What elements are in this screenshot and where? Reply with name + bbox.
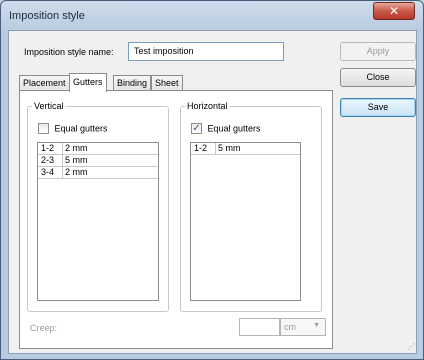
column-divider [62, 167, 63, 179]
vertical-equal-gutters-label[interactable]: Equal gutters [55, 124, 108, 134]
list-item[interactable]: 1-2 2 mm [38, 143, 158, 155]
style-name-label: Imposition style name: [24, 47, 114, 57]
gutter-value[interactable]: 5 mm [218, 143, 241, 154]
title-bar[interactable]: Imposition style ✕ [1, 1, 423, 29]
window-close-button[interactable]: ✕ [373, 2, 415, 20]
list-item[interactable]: 1-2 5 mm [191, 143, 300, 155]
gutter-pair: 1-2 [41, 143, 55, 153]
vertical-group: Vertical Equal gutters 1-2 2 mm 2-3 5 mm [27, 101, 169, 312]
vertical-equal-gutters-row[interactable]: Equal gutters [38, 123, 108, 135]
tab-gutters[interactable]: Gutters [69, 73, 107, 92]
column-divider [62, 143, 63, 155]
gutter-pair: 1-2 [194, 143, 208, 153]
horizontal-gutter-list[interactable]: 1-2 5 mm [190, 142, 301, 301]
style-name-input[interactable]: Test imposition [128, 42, 284, 61]
tab-placement[interactable]: Placement [19, 75, 70, 91]
apply-button[interactable]: Apply [340, 42, 416, 61]
tab-sheet[interactable]: Sheet [151, 75, 183, 91]
creep-label: Creep: [30, 323, 58, 333]
list-item[interactable]: 2-3 5 mm [38, 155, 158, 167]
column-divider [215, 143, 216, 155]
horizontal-equal-gutters-row[interactable]: ✓ Equal gutters [191, 123, 261, 135]
horizontal-group-title: Horizontal [185, 101, 230, 111]
dialog-body: Imposition style name: Test imposition A… [8, 30, 417, 354]
chevron-down-icon: ▼ [313, 322, 320, 329]
dialog-window: Imposition style ✕ Imposition style name… [0, 0, 424, 360]
save-button[interactable]: Save [340, 98, 416, 117]
vertical-group-title: Vertical [32, 101, 66, 111]
window-title: Imposition style [9, 10, 85, 22]
vertical-equal-gutters-checkbox[interactable] [38, 123, 49, 135]
creep-unit-value: cm [284, 322, 296, 332]
close-button[interactable]: Close [340, 68, 416, 87]
gutter-pair: 2-3 [41, 155, 55, 165]
column-divider [62, 155, 63, 167]
gutter-value[interactable]: 2 mm [65, 167, 88, 178]
close-icon: ✕ [388, 4, 400, 18]
horizontal-equal-gutters-checkbox[interactable]: ✓ [191, 123, 202, 135]
list-item[interactable]: 3-4 2 mm [38, 167, 158, 179]
resize-grip-icon[interactable]: ⋰ [405, 342, 415, 352]
vertical-gutter-list[interactable]: 1-2 2 mm 2-3 5 mm 3-4 2 mm [37, 142, 159, 301]
gutter-value[interactable]: 2 mm [65, 143, 88, 154]
horizontal-group: Horizontal ✓ Equal gutters 1-2 5 mm [180, 101, 322, 312]
gutters-panel: Vertical Equal gutters 1-2 2 mm 2-3 5 mm [19, 90, 333, 349]
tab-binding[interactable]: Binding [113, 75, 152, 91]
creep-input[interactable] [239, 318, 280, 336]
gutter-value[interactable]: 5 mm [65, 155, 88, 166]
gutter-pair: 3-4 [41, 167, 55, 177]
creep-unit-select[interactable]: cm ▼ [280, 318, 326, 336]
horizontal-equal-gutters-label[interactable]: Equal gutters [208, 124, 261, 134]
